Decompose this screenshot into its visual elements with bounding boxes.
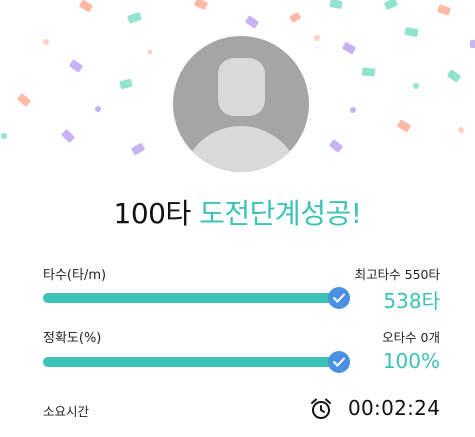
speed-progress-bar — [43, 293, 340, 303]
avatar — [173, 36, 309, 172]
speed-label: 타수(타/m) — [43, 268, 107, 283]
title-success: 도전단계성공! — [199, 197, 362, 230]
avatar-body-silhouette — [181, 126, 301, 172]
speed-value: 538타 — [383, 289, 440, 313]
best-speed: 최고타수 550타 — [354, 267, 440, 282]
accuracy-progress-fill — [43, 357, 340, 367]
accuracy-progress-bar — [43, 357, 340, 367]
speed-progress-fill — [43, 293, 335, 303]
elapsed-label: 소요시간 — [43, 404, 90, 419]
accuracy-label: 정확도(%) — [43, 331, 102, 346]
check-icon — [328, 351, 350, 373]
elapsed-value: 00:02:24 — [348, 396, 441, 420]
result-title: 100타 도전단계성공! — [0, 194, 475, 234]
alarm-clock-icon — [309, 397, 333, 425]
title-level: 100타 — [113, 197, 192, 230]
check-icon — [328, 287, 350, 309]
error-count: 오타수 0개 — [382, 330, 440, 345]
avatar-head-silhouette — [218, 58, 265, 116]
accuracy-value: 100% — [382, 349, 440, 373]
